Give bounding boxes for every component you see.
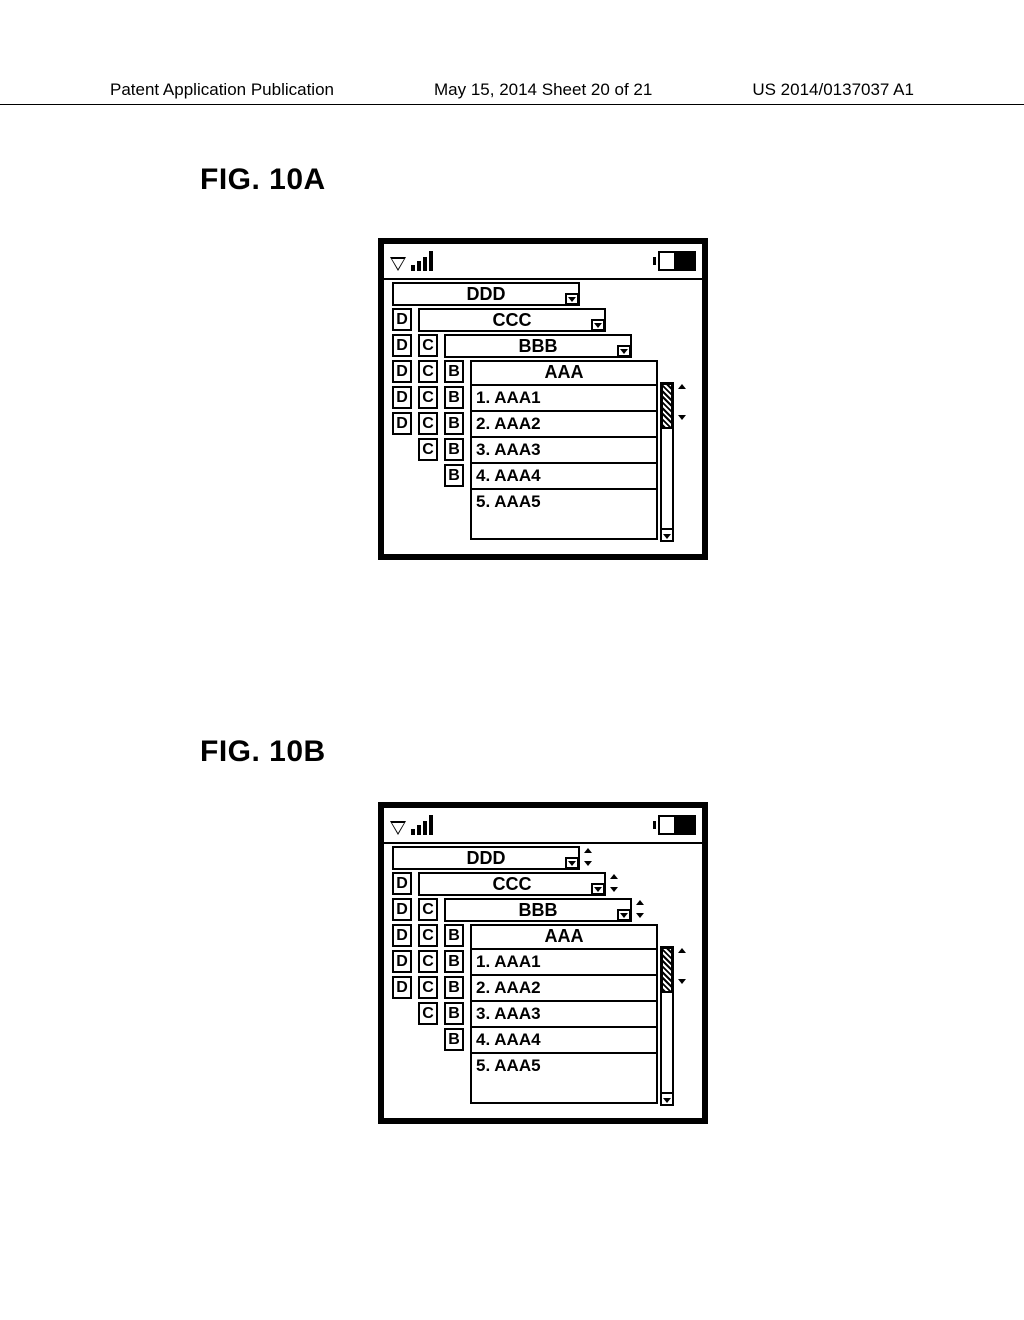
updown-indicator — [678, 384, 688, 420]
layer-bbb[interactable]: BBB — [444, 334, 632, 358]
battery-icon — [653, 815, 696, 835]
signal-icon — [390, 815, 433, 835]
layer-bbb[interactable]: BBB — [444, 898, 632, 922]
tab-c[interactable]: C — [418, 360, 438, 383]
list-item[interactable]: 5. AAA5 — [472, 1054, 656, 1080]
list-item[interactable]: 3. AAA3 — [472, 1002, 656, 1028]
tab-c[interactable]: C — [418, 334, 438, 357]
layer-aaa-title: AAA — [472, 926, 656, 950]
tab-d[interactable]: D — [392, 898, 412, 921]
tab-b[interactable]: B — [444, 1028, 464, 1051]
layer-aaa[interactable]: AAA 1. AAA1 2. AAA2 3. AAA3 4. AAA4 5. A… — [470, 924, 658, 1104]
layer-ccc[interactable]: CCC — [418, 308, 606, 332]
updown-indicator — [584, 848, 594, 866]
updown-indicator — [610, 874, 620, 892]
figure-10b-label: FIG. 10B — [200, 735, 326, 769]
status-bar — [384, 244, 702, 280]
layer-ccc[interactable]: CCC — [418, 872, 606, 896]
tab-b[interactable]: B — [444, 412, 464, 435]
tab-c[interactable]: C — [418, 386, 438, 409]
layer-ddd[interactable]: DDD — [392, 846, 580, 870]
scrollbar-thumb[interactable] — [661, 383, 673, 429]
tab-b[interactable]: B — [444, 1002, 464, 1025]
tab-d[interactable]: D — [392, 360, 412, 383]
tab-d[interactable]: D — [392, 976, 412, 999]
header-center: May 15, 2014 Sheet 20 of 21 — [434, 80, 652, 100]
list-item[interactable]: 1. AAA1 — [472, 386, 656, 412]
tab-d[interactable]: D — [392, 412, 412, 435]
tab-b[interactable]: B — [444, 924, 464, 947]
tab-d[interactable]: D — [392, 950, 412, 973]
tab-c[interactable]: C — [418, 976, 438, 999]
phone-screen-b: DDD D D D D D CCC C C C C C BBB B B B B … — [378, 802, 708, 1124]
list-item[interactable]: 2. AAA2 — [472, 976, 656, 1002]
updown-indicator — [678, 948, 688, 984]
list-item[interactable]: 4. AAA4 — [472, 464, 656, 490]
header-left: Patent Application Publication — [110, 80, 334, 100]
layer-ddd[interactable]: DDD — [392, 282, 580, 306]
phone-screen-a: DDD D D D D D CCC C C C C C BBB B B B B … — [378, 238, 708, 560]
dropdown-icon[interactable] — [617, 345, 631, 357]
tab-c[interactable]: C — [418, 412, 438, 435]
battery-icon — [653, 251, 696, 271]
tab-b[interactable]: B — [444, 438, 464, 461]
list-item[interactable]: 1. AAA1 — [472, 950, 656, 976]
tab-d[interactable]: D — [392, 334, 412, 357]
signal-icon — [390, 251, 433, 271]
tab-d[interactable]: D — [392, 386, 412, 409]
dropdown-icon[interactable] — [617, 909, 631, 921]
tab-d[interactable]: D — [392, 924, 412, 947]
tab-b[interactable]: B — [444, 360, 464, 383]
tab-b[interactable]: B — [444, 464, 464, 487]
layer-ddd-title: DDD — [394, 284, 578, 306]
tab-c[interactable]: C — [418, 950, 438, 973]
tab-b[interactable]: B — [444, 976, 464, 999]
tab-b[interactable]: B — [444, 386, 464, 409]
scroll-down-icon[interactable] — [662, 1092, 672, 1106]
layer-bbb-title: BBB — [446, 336, 630, 358]
layer-ccc-title: CCC — [420, 874, 604, 896]
dropdown-icon[interactable] — [565, 293, 579, 305]
layer-aaa[interactable]: AAA 1. AAA1 2. AAA2 3. AAA3 4. AAA4 5. A… — [470, 360, 658, 540]
status-bar — [384, 808, 702, 844]
layer-ddd-title: DDD — [394, 848, 578, 870]
list-item[interactable]: 4. AAA4 — [472, 1028, 656, 1054]
header-right: US 2014/0137037 A1 — [752, 80, 914, 100]
aaa-list: 1. AAA1 2. AAA2 3. AAA3 4. AAA4 5. AAA5 — [472, 386, 656, 516]
content-area: DDD D D D D D CCC C C C C C BBB B B B B … — [384, 280, 702, 290]
layer-aaa-title: AAA — [472, 362, 656, 386]
tab-d[interactable]: D — [392, 872, 412, 895]
tab-d[interactable]: D — [392, 308, 412, 331]
content-area: DDD D D D D D CCC C C C C C BBB B B B B … — [384, 844, 702, 854]
layer-bbb-title: BBB — [446, 900, 630, 922]
scrollbar[interactable] — [660, 946, 674, 1106]
page-header: Patent Application Publication May 15, 2… — [0, 80, 1024, 105]
list-item[interactable]: 5. AAA5 — [472, 490, 656, 516]
figure-10a-label: FIG. 10A — [200, 163, 326, 197]
tab-c[interactable]: C — [418, 1002, 438, 1025]
layer-ccc-title: CCC — [420, 310, 604, 332]
dropdown-icon[interactable] — [565, 857, 579, 869]
scrollbar-thumb[interactable] — [661, 947, 673, 993]
scrollbar[interactable] — [660, 382, 674, 542]
list-item[interactable]: 3. AAA3 — [472, 438, 656, 464]
aaa-list: 1. AAA1 2. AAA2 3. AAA3 4. AAA4 5. AAA5 — [472, 950, 656, 1080]
list-item[interactable]: 2. AAA2 — [472, 412, 656, 438]
dropdown-icon[interactable] — [591, 319, 605, 331]
updown-indicator — [636, 900, 646, 918]
tab-c[interactable]: C — [418, 438, 438, 461]
tab-b[interactable]: B — [444, 950, 464, 973]
scroll-down-icon[interactable] — [662, 528, 672, 542]
dropdown-icon[interactable] — [591, 883, 605, 895]
tab-c[interactable]: C — [418, 898, 438, 921]
tab-c[interactable]: C — [418, 924, 438, 947]
